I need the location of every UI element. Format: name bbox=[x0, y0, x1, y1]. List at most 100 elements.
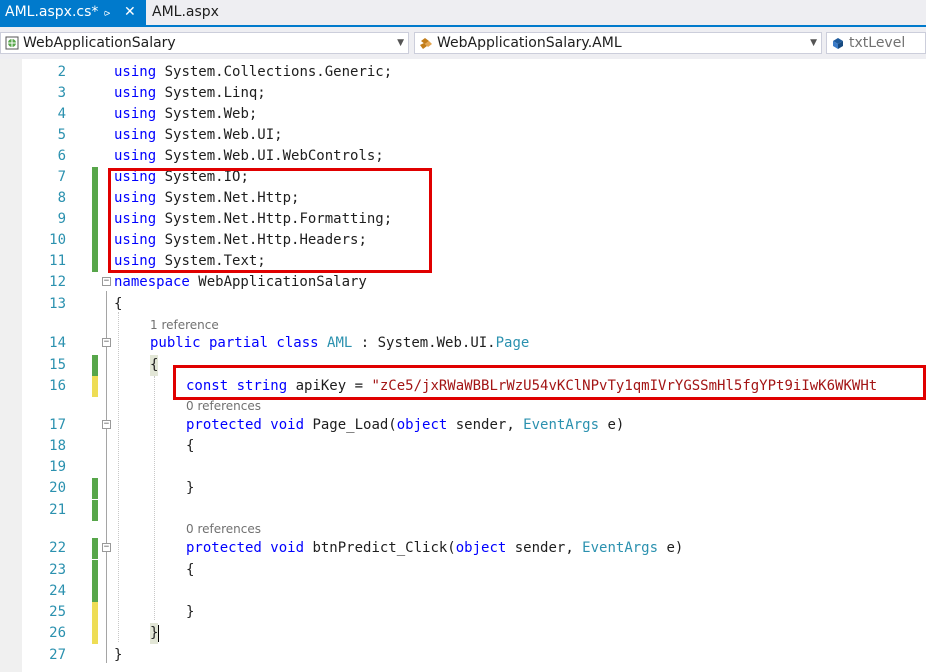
change-marker bbox=[92, 602, 98, 623]
line-number: 12 bbox=[49, 274, 66, 290]
line-number: 20 bbox=[49, 480, 66, 496]
line-number: 23 bbox=[49, 562, 66, 578]
line-number: 13 bbox=[49, 296, 66, 312]
navigation-bar: WebApplicationSalary ▼ WebApplicationSal… bbox=[0, 27, 926, 60]
code-line: 26 } bbox=[0, 623, 926, 644]
line-number: 5 bbox=[57, 127, 66, 143]
change-marker bbox=[92, 355, 98, 376]
chevron-down-icon: ▼ bbox=[397, 38, 404, 48]
highlight-box-usings bbox=[108, 168, 432, 273]
line-number: 24 bbox=[49, 583, 66, 599]
change-marker bbox=[92, 230, 98, 251]
member-name: txtLevel bbox=[849, 35, 906, 51]
code-line: 17 − protected void Page_Load(object sen… bbox=[0, 415, 926, 436]
code-text: { bbox=[186, 562, 195, 578]
line-number: 7 bbox=[57, 169, 66, 185]
project-dropdown[interactable]: WebApplicationSalary ▼ bbox=[0, 32, 409, 54]
code-text: } bbox=[186, 604, 195, 620]
line-number: 10 bbox=[49, 232, 66, 248]
code-text: using System.Linq; bbox=[114, 85, 266, 101]
project-name: WebApplicationSalary bbox=[23, 35, 176, 51]
line-number: 3 bbox=[57, 85, 66, 101]
code-text: { bbox=[114, 296, 123, 312]
change-marker bbox=[92, 538, 98, 559]
line-number: 4 bbox=[57, 106, 66, 122]
code-line: 5 using System.Web.UI; bbox=[0, 125, 926, 146]
line-number: 21 bbox=[49, 502, 66, 518]
collapse-icon[interactable]: − bbox=[102, 420, 111, 429]
change-marker bbox=[92, 560, 98, 581]
code-line: 3 using System.Linq; bbox=[0, 83, 926, 104]
line-number: 15 bbox=[49, 357, 66, 373]
code-line: 24 bbox=[0, 581, 926, 602]
codelens-references[interactable]: 0 references bbox=[186, 521, 261, 537]
member-dropdown[interactable]: txtLevel bbox=[826, 32, 926, 54]
project-icon bbox=[5, 36, 19, 50]
code-line: 4 using System.Web; bbox=[0, 104, 926, 125]
code-text: protected void Page_Load(object sender, … bbox=[186, 417, 625, 433]
class-icon bbox=[420, 38, 432, 49]
chevron-down-icon: ▼ bbox=[810, 38, 817, 48]
code-line: 23 { bbox=[0, 560, 926, 581]
line-number: 16 bbox=[49, 378, 66, 394]
line-number: 8 bbox=[57, 190, 66, 206]
collapse-icon[interactable]: − bbox=[102, 543, 111, 552]
close-icon[interactable]: ✕ bbox=[124, 0, 136, 25]
code-text: using System.Web; bbox=[114, 106, 258, 122]
tab-label: AML.aspx.cs* bbox=[5, 4, 99, 20]
tab-label: AML.aspx bbox=[152, 4, 219, 20]
pin-icon[interactable]: ⪧ bbox=[104, 0, 110, 25]
field-icon bbox=[833, 38, 843, 49]
highlight-box-apikey bbox=[173, 365, 926, 400]
line-number: 11 bbox=[49, 253, 66, 269]
change-marker bbox=[92, 581, 98, 602]
codelens-references[interactable]: 1 reference bbox=[150, 317, 219, 333]
code-text: using System.Web.UI; bbox=[114, 127, 283, 143]
code-line: 20 } bbox=[0, 478, 926, 499]
code-line: 25 } bbox=[0, 602, 926, 623]
code-text: protected void btnPredict_Click(object s… bbox=[186, 540, 684, 556]
change-marker bbox=[92, 500, 98, 521]
change-marker bbox=[92, 188, 98, 209]
tab-aml-aspx[interactable]: AML.aspx bbox=[147, 0, 227, 25]
code-text: { bbox=[186, 438, 195, 454]
line-number: 22 bbox=[49, 540, 66, 556]
code-line: 22 − protected void btnPredict_Click(obj… bbox=[0, 538, 926, 559]
change-marker bbox=[92, 251, 98, 272]
code-text: using System.Web.UI.WebControls; bbox=[114, 148, 384, 164]
code-line: 2 using System.Collections.Generic; bbox=[0, 62, 926, 83]
code-text: { bbox=[150, 355, 159, 376]
code-line: 19 bbox=[0, 457, 926, 478]
change-marker bbox=[92, 209, 98, 230]
code-text: } bbox=[186, 480, 195, 496]
line-number: 27 bbox=[49, 647, 66, 663]
code-text: namespace WebApplicationSalary bbox=[114, 274, 367, 290]
tab-aml-aspx-cs[interactable]: AML.aspx.cs* ⪧ ✕ bbox=[0, 0, 146, 25]
collapse-icon[interactable]: − bbox=[102, 338, 111, 347]
line-number: 9 bbox=[57, 211, 66, 227]
line-number: 26 bbox=[49, 625, 66, 641]
change-marker bbox=[92, 167, 98, 188]
code-line: 27 } bbox=[0, 645, 926, 666]
type-name: WebApplicationSalary.AML bbox=[437, 35, 622, 51]
code-text: } bbox=[114, 647, 123, 663]
line-number: 6 bbox=[57, 148, 66, 164]
change-marker bbox=[92, 478, 98, 499]
line-number: 17 bbox=[49, 417, 66, 433]
change-marker bbox=[92, 623, 98, 644]
code-line: 12 − namespace WebApplicationSalary bbox=[0, 272, 926, 293]
code-line: 21 bbox=[0, 500, 926, 521]
codelens-references[interactable]: 0 references bbox=[186, 398, 261, 414]
code-line: 18 { bbox=[0, 436, 926, 457]
code-text: public partial class AML : System.Web.UI… bbox=[150, 335, 530, 351]
line-number: 19 bbox=[49, 459, 66, 475]
document-tab-strip: AML.aspx.cs* ⪧ ✕ AML.aspx bbox=[0, 0, 926, 27]
change-marker bbox=[92, 376, 98, 397]
line-number: 25 bbox=[49, 604, 66, 620]
line-number: 18 bbox=[49, 438, 66, 454]
code-line: 14 − public partial class AML : System.W… bbox=[0, 333, 926, 354]
collapse-icon[interactable]: − bbox=[102, 277, 111, 286]
code-text: using System.Collections.Generic; bbox=[114, 64, 393, 80]
type-dropdown[interactable]: WebApplicationSalary.AML ▼ bbox=[414, 32, 822, 54]
code-editor[interactable]: 2 using System.Collections.Generic; 3 us… bbox=[0, 59, 926, 672]
